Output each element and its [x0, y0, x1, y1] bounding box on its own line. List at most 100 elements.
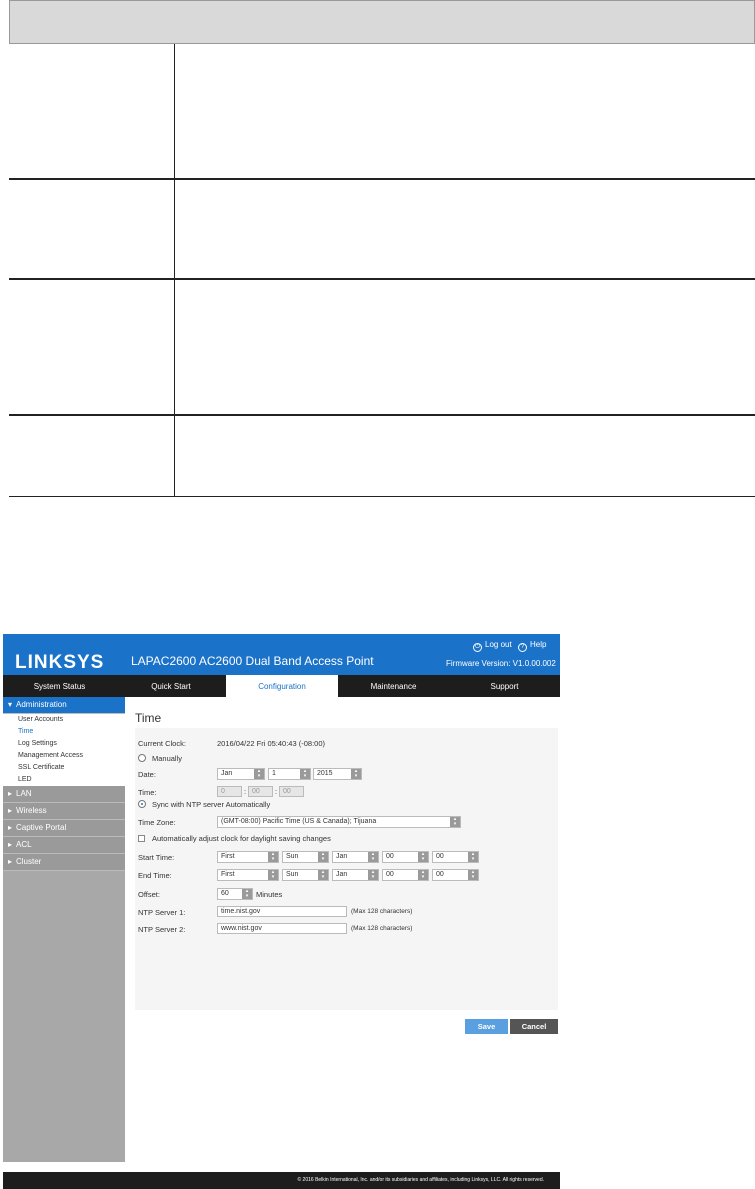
spinner-icon: ▴ ▾	[351, 769, 361, 779]
start-week-select[interactable]: First ▴ ▾	[217, 851, 279, 863]
sidebar-item-cluster[interactable]: ▸ Cluster	[3, 854, 125, 871]
spinner-icon: ▴ ▾	[318, 870, 328, 880]
ntp-sync-radio[interactable]	[138, 800, 146, 808]
sidebar-item-led[interactable]: LED	[3, 774, 125, 786]
month-value: Jan	[336, 853, 348, 860]
sidebar-item-acl[interactable]: ▸ ACL	[3, 837, 125, 854]
table-row	[9, 416, 755, 497]
chevron-down-icon: ▾	[8, 700, 13, 709]
chevron-right-icon: ▸	[8, 823, 13, 832]
sidebar: ▾ Administration User Accounts Time Log S…	[3, 697, 125, 1162]
top-bar: LINKSYS LAPAC2600 AC2600 Dual Band Acces…	[3, 634, 560, 675]
week-value: First	[221, 871, 235, 878]
cancel-button[interactable]: Cancel	[510, 1019, 558, 1034]
sidebar-item-ssl-certificate[interactable]: SSL Certificate	[3, 762, 125, 774]
end-hour-select[interactable]: 00 ▴ ▾	[382, 869, 429, 881]
ntp-sync-label: Sync with NTP server Automatically	[152, 800, 271, 809]
time-settings-panel: Current Clock: 2016/04/22 Fri 05:40:43 (…	[135, 728, 558, 1010]
sidebar-section-label: Administration	[16, 700, 67, 709]
minute-value: 00	[436, 871, 444, 878]
sidebar-section-label: Cluster	[16, 857, 42, 866]
month-value: Jan	[336, 871, 348, 878]
table-row	[9, 180, 755, 280]
month-select[interactable]: Jan ▴ ▾	[217, 768, 265, 780]
offset-label: Offset:	[138, 890, 160, 899]
sidebar-item-management-access[interactable]: Management Access	[3, 750, 125, 762]
end-time-label: End Time:	[138, 871, 172, 880]
time-colon: :	[275, 787, 278, 796]
sidebar-section-label: Captive Portal	[16, 823, 67, 832]
spinner-icon: ▴ ▾	[450, 817, 460, 827]
spinner-icon: ▴ ▾	[300, 769, 310, 779]
sidebar-item-captive-portal[interactable]: ▸ Captive Portal	[3, 820, 125, 837]
ntp1-hint: (Max 128 characters)	[351, 908, 413, 915]
year-select[interactable]: 2015 ▴ ▾	[313, 768, 362, 780]
hour-input[interactable]: 0	[217, 786, 242, 797]
firmware-version: Firmware Version: V1.0.00.002	[446, 659, 556, 668]
start-time-label: Start Time:	[138, 853, 175, 862]
offset-select[interactable]: 60 ▴ ▾	[217, 888, 253, 900]
month-value: Jan	[221, 770, 233, 777]
save-button[interactable]: Save	[465, 1019, 508, 1034]
brand-logo: LINKSYS	[15, 652, 105, 673]
tab-configuration[interactable]: Configuration	[226, 675, 338, 697]
offset-unit: Minutes	[256, 890, 283, 899]
sidebar-item-user-accounts[interactable]: User Accounts	[3, 714, 125, 726]
tab-support[interactable]: Support	[449, 675, 560, 697]
current-clock-value: 2016/04/22 Fri 05:40:43 (-08:00)	[217, 739, 325, 748]
ntp1-input[interactable]: time.nist.gov	[217, 906, 347, 917]
spinner-icon: ▴ ▾	[368, 870, 378, 880]
second-input[interactable]: 00	[279, 786, 304, 797]
logout-link[interactable]: ⏻ Log out	[473, 640, 512, 652]
table-row	[9, 44, 755, 180]
spinner-icon: ▴ ▾	[468, 870, 478, 880]
end-minute-select[interactable]: 00 ▴ ▾	[432, 869, 479, 881]
chevron-right-icon: ▸	[8, 806, 13, 815]
table-row	[9, 280, 755, 416]
spinner-icon: ▴ ▾	[468, 852, 478, 862]
end-weekday-select[interactable]: Sun ▴ ▾	[282, 869, 329, 881]
tab-system-status[interactable]: System Status	[3, 675, 116, 697]
date-label: Date:	[138, 770, 156, 779]
timezone-value: (GMT-08:00) Pacific Time (US & Canada); …	[221, 818, 377, 825]
manual-radio[interactable]	[138, 754, 146, 762]
day-value: 1	[272, 770, 276, 777]
day-select[interactable]: 1 ▴ ▾	[268, 768, 311, 780]
start-minute-select[interactable]: 00 ▴ ▾	[432, 851, 479, 863]
weekday-value: Sun	[286, 871, 299, 878]
end-month-select[interactable]: Jan ▴ ▾	[332, 869, 379, 881]
timezone-label: Time Zone:	[138, 818, 176, 827]
help-link[interactable]: ? Help	[518, 640, 546, 652]
tab-quick-start[interactable]: Quick Start	[116, 675, 226, 697]
logout-label: Log out	[485, 640, 512, 649]
current-clock-label: Current Clock:	[138, 739, 186, 748]
dst-checkbox[interactable]	[138, 835, 145, 842]
start-hour-select[interactable]: 00 ▴ ▾	[382, 851, 429, 863]
sidebar-item-wireless[interactable]: ▸ Wireless	[3, 803, 125, 820]
manual-table	[9, 0, 755, 497]
content-area: Time Current Clock: 2016/04/22 Fri 05:40…	[126, 697, 560, 1162]
spinner-icon: ▴ ▾	[418, 870, 428, 880]
sidebar-item-lan[interactable]: ▸ LAN	[3, 786, 125, 803]
sidebar-item-log-settings[interactable]: Log Settings	[3, 738, 125, 750]
weekday-value: Sun	[286, 853, 299, 860]
spinner-icon: ▴ ▾	[268, 852, 278, 862]
sidebar-section-label: LAN	[16, 789, 32, 798]
start-month-select[interactable]: Jan ▴ ▾	[332, 851, 379, 863]
sidebar-submenu: User Accounts Time Log Settings Manageme…	[3, 714, 125, 786]
timezone-select[interactable]: (GMT-08:00) Pacific Time (US & Canada); …	[217, 816, 461, 828]
start-weekday-select[interactable]: Sun ▴ ▾	[282, 851, 329, 863]
spinner-icon: ▴ ▾	[242, 889, 252, 899]
time-colon: :	[244, 787, 247, 796]
sidebar-item-administration[interactable]: ▾ Administration	[3, 697, 125, 714]
ntp2-input[interactable]: www.nist.gov	[217, 923, 347, 934]
end-week-select[interactable]: First ▴ ▾	[217, 869, 279, 881]
minute-input[interactable]: 00	[248, 786, 273, 797]
page-title: Time	[135, 711, 162, 725]
offset-value: 60	[221, 890, 229, 897]
sidebar-section-label: Wireless	[16, 806, 47, 815]
table-header	[9, 0, 755, 44]
sidebar-item-time[interactable]: Time	[3, 726, 125, 738]
tab-maintenance[interactable]: Maintenance	[338, 675, 449, 697]
hour-value: 00	[386, 853, 394, 860]
